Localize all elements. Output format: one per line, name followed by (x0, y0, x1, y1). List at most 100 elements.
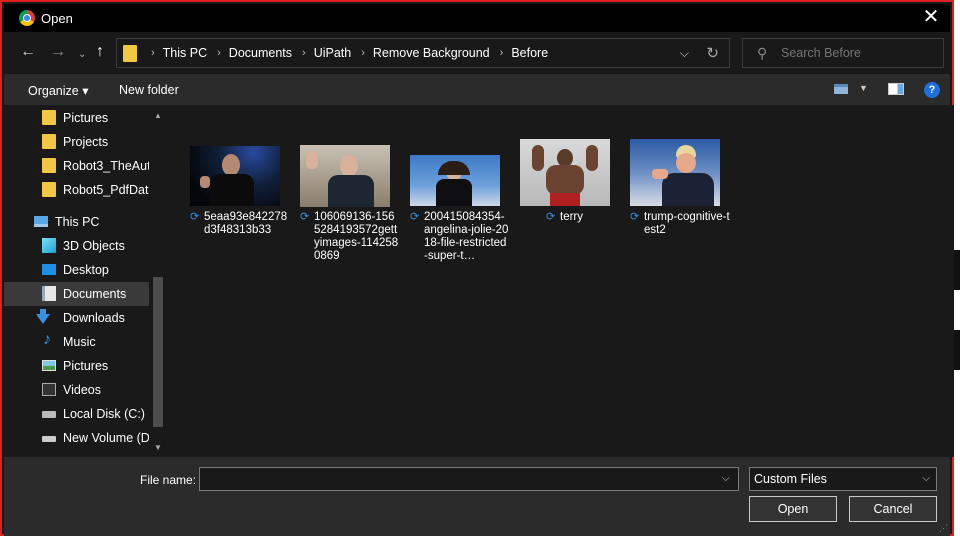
view-options-arrow-icon[interactable]: ▼ (859, 83, 868, 93)
organize-button[interactable]: Organize ▾ (28, 83, 88, 98)
chevron-right-icon[interactable]: › (361, 47, 365, 59)
breadcrumb-documents[interactable]: Documents (229, 46, 292, 60)
folder-icon (42, 134, 56, 149)
open-button[interactable]: Open (749, 496, 837, 522)
thumbnail-figure (438, 161, 470, 175)
file-thumbnail (630, 139, 720, 206)
documents-icon (42, 286, 56, 301)
file-thumbnail (300, 145, 390, 207)
close-button[interactable]: ✕ (920, 7, 942, 29)
chevron-right-icon[interactable]: › (302, 47, 306, 59)
navigation-pane: Pictures Projects Robot3_TheAutomation R… (4, 105, 166, 457)
sidebar-item-label: Music (63, 335, 96, 349)
open-file-dialog: Open ✕ ← → ⌄ ↑ › This PC › Documents › U… (0, 0, 954, 536)
sidebar-item-label: This PC (55, 215, 100, 229)
sidebar-item-label: Robot3_TheAutomation (63, 159, 149, 173)
download-icon (36, 314, 50, 324)
thumbnail-figure (652, 169, 668, 179)
sidebar-item-3d-objects[interactable]: 3D Objects (4, 234, 149, 258)
file-item[interactable]: ⟳ 5eaa93e842278d3f48313b33 (190, 145, 290, 245)
sidebar-item-label: New Volume (D:) (63, 431, 149, 445)
cancel-button[interactable]: Cancel (849, 496, 937, 522)
file-list: ⟳ 5eaa93e842278d3f48313b33 ⟳ 106069136-1… (168, 105, 954, 457)
sidebar-item-label: Local Disk (C:) (63, 407, 145, 421)
new-folder-button[interactable]: New folder (119, 83, 179, 97)
sidebar-item-label: Documents (63, 287, 127, 301)
sidebar-item-label: 3D Objects (63, 239, 125, 253)
address-bar[interactable]: › This PC › Documents › UiPath › Remove … (116, 38, 730, 68)
recent-locations-button[interactable]: ⌄ (78, 47, 86, 63)
sidebar-item-label: Desktop (63, 263, 109, 277)
sync-icon: ⟳ (546, 211, 556, 223)
chrome-logo-icon (19, 10, 35, 26)
sidebar-item-music[interactable]: ♪ Music (4, 330, 149, 354)
file-type-select[interactable]: Custom Files ⌵ (749, 467, 937, 491)
file-item[interactable]: ⟳ 106069136-1565284193572gettyimages-114… (300, 145, 400, 275)
file-name-input[interactable] (199, 467, 739, 491)
breadcrumb-uipath[interactable]: UiPath (314, 46, 352, 60)
file-item[interactable]: ⟳ 200415084354-angelina-jolie-2018-file-… (410, 155, 510, 285)
file-item[interactable]: ⟳ trump-cognitive-test2 (630, 139, 730, 259)
chevron-right-icon[interactable]: › (217, 47, 221, 59)
file-name: trump-cognitive-test2 (644, 211, 730, 236)
file-thumbnail (190, 146, 280, 206)
search-box[interactable]: ⚲ (742, 38, 944, 68)
sidebar-item-videos[interactable]: Videos (4, 378, 149, 402)
scroll-up-icon[interactable]: ▲ (154, 111, 162, 120)
scroll-down-icon[interactable]: ▼ (154, 443, 162, 452)
breadcrumb-before[interactable]: Before (511, 46, 548, 60)
sidebar-item-projects[interactable]: Projects (4, 130, 149, 154)
title-bar: Open ✕ (4, 4, 950, 32)
breadcrumb-this-pc[interactable]: This PC (163, 46, 207, 60)
sidebar-item-this-pc[interactable]: This PC (4, 210, 149, 234)
sidebar-item-documents[interactable]: Documents (4, 282, 149, 306)
thumbnail-figure (676, 153, 696, 173)
sidebar-item-robot5[interactable]: Robot5_PdfData (4, 178, 149, 202)
videos-icon (42, 383, 56, 396)
thumbnail-figure (436, 179, 472, 206)
file-thumbnail (520, 139, 610, 206)
thumbnail-figure (550, 193, 580, 206)
sidebar-item-label: Videos (63, 383, 101, 397)
refresh-button[interactable]: ↻ (706, 44, 719, 62)
desktop-icon (42, 264, 56, 275)
sync-icon: ⟳ (190, 211, 200, 223)
help-icon[interactable]: ? (924, 82, 940, 98)
sidebar-item-desktop[interactable]: Desktop (4, 258, 149, 282)
file-name-label: File name: (140, 473, 197, 487)
sidebar-item-local-disk[interactable]: Local Disk (C:) (4, 402, 149, 426)
chevron-right-icon[interactable]: › (500, 47, 504, 59)
sync-icon: ⟳ (630, 211, 640, 223)
back-button[interactable]: ← (20, 44, 36, 60)
chevron-down-icon[interactable]: ⌵ (680, 46, 689, 61)
chevron-down-icon[interactable]: ⌵ (722, 473, 730, 484)
thumbnail-figure (340, 155, 358, 177)
sidebar-item-new-volume[interactable]: New Volume (D:) (4, 426, 149, 450)
sidebar-item-pictures[interactable]: Pictures (4, 354, 149, 378)
thumbnail-figure (532, 145, 544, 171)
sidebar-item-pictures-quick[interactable]: Pictures (4, 106, 149, 130)
scrollbar-thumb[interactable] (153, 277, 163, 427)
folder-icon (42, 110, 56, 125)
sidebar-item-robot3[interactable]: Robot3_TheAutomation (4, 154, 149, 178)
up-button[interactable]: ↑ (96, 44, 104, 60)
search-input[interactable] (781, 46, 931, 60)
change-view-icon[interactable] (834, 84, 848, 94)
sync-icon: ⟳ (410, 211, 420, 223)
chevron-right-icon[interactable]: › (151, 47, 155, 59)
file-type-value: Custom Files (754, 472, 827, 486)
thumbnail-figure (210, 174, 254, 206)
disk-icon (42, 436, 56, 442)
resize-grip-icon[interactable]: ⋰ (939, 523, 948, 534)
preview-pane-icon[interactable] (888, 83, 904, 95)
sidebar-item-label: Robot5_PdfData (63, 183, 149, 197)
window-title: Open (41, 11, 73, 26)
sidebar-item-downloads[interactable]: Downloads (4, 306, 149, 330)
thumbnail-figure (328, 175, 374, 207)
forward-button[interactable]: → (50, 44, 66, 60)
thumbnail-figure (586, 145, 598, 171)
breadcrumb-remove-background[interactable]: Remove Background (373, 46, 490, 60)
thumbnail-figure (546, 165, 584, 195)
file-item[interactable]: ⟳ terry (520, 139, 620, 239)
navigation-scrollbar[interactable]: ▲ ▼ (151, 105, 166, 457)
